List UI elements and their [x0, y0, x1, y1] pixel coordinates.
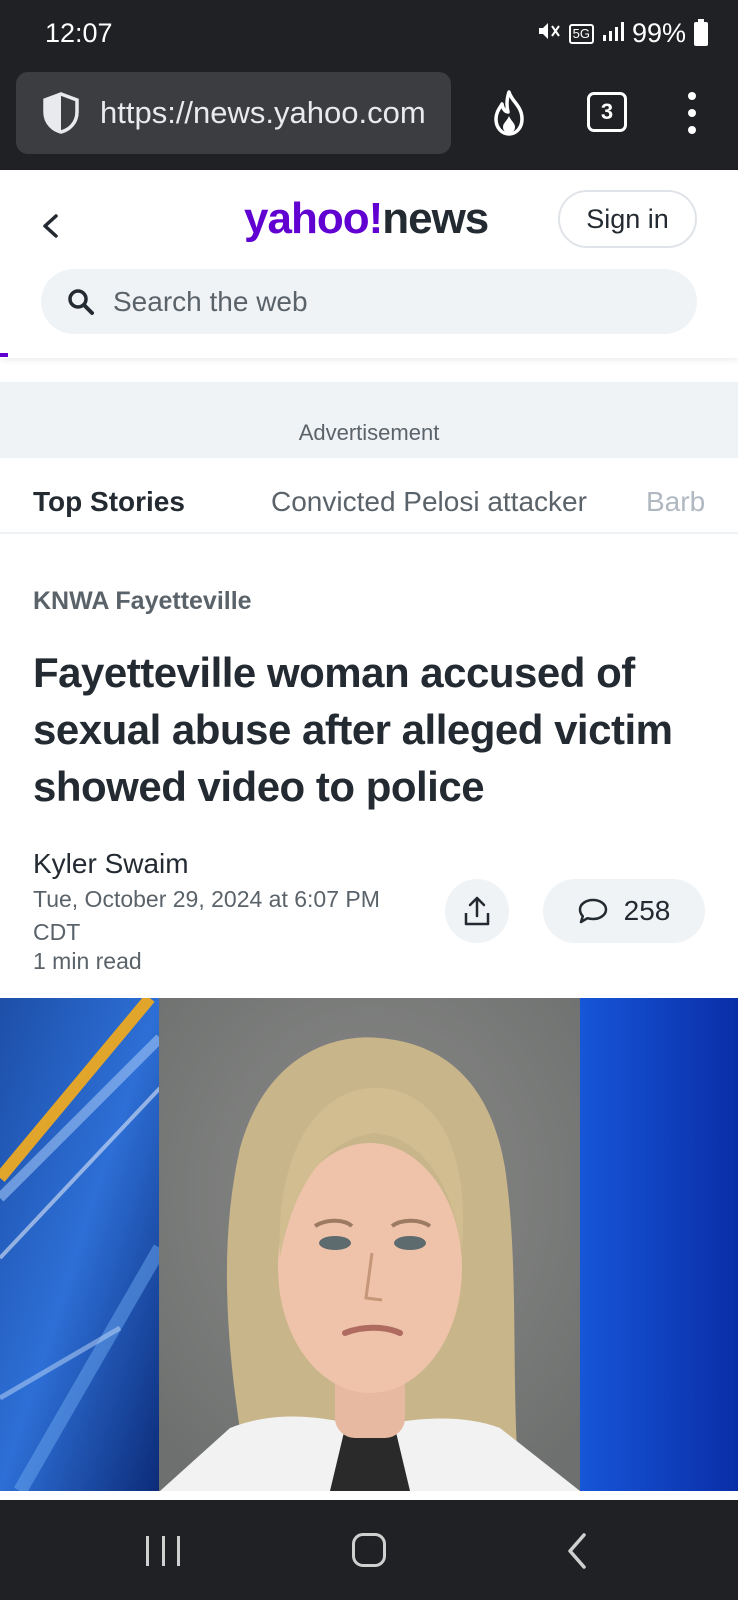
article-date: Tue, October 29, 2024 at 6:07 PM CDT [33, 886, 380, 945]
site-header: yahoo!news Sign in Search the web [0, 170, 738, 358]
back-chevron-icon[interactable] [38, 206, 62, 246]
logo-yahoo: yahoo! [244, 194, 383, 243]
article-photo[interactable] [0, 998, 738, 1491]
search-input[interactable]: Search the web [113, 286, 308, 318]
search-bar[interactable]: Search the web [41, 269, 697, 334]
stories-nav: Top Stories Convicted Pelosi attacker Ba… [0, 458, 738, 534]
signal-icon [602, 21, 624, 47]
article-source[interactable]: KNWA Fayetteville [33, 587, 252, 616]
home-icon[interactable] [352, 1533, 386, 1567]
share-icon [464, 896, 490, 926]
tab-switcher-button[interactable]: 3 [587, 92, 627, 132]
progress-accent [0, 353, 8, 357]
address-bar[interactable]: https://news.yahoo.com [16, 72, 451, 154]
advertisement-slot: Advertisement [0, 382, 738, 458]
battery-percent: 99% [631, 18, 686, 48]
network-5g-icon: 5G [568, 23, 594, 44]
nav-back-icon[interactable] [566, 1532, 588, 1570]
status-time: 12:07 [45, 18, 113, 48]
search-icon [67, 288, 95, 316]
url-text[interactable]: https://news.yahoo.com [100, 95, 426, 131]
tab-barb[interactable]: Barb [646, 486, 705, 518]
advertisement-label: Advertisement [298, 420, 440, 445]
shield-icon[interactable] [40, 91, 82, 135]
tab-pelosi-attacker[interactable]: Convicted Pelosi attacker [271, 486, 587, 518]
article-headline: Fayetteville woman accused of sexual abu… [33, 649, 673, 810]
comment-count: 258 [623, 895, 671, 926]
status-bar: 12:07 5G 99% [0, 0, 738, 68]
status-indicators: 5G 99% [537, 18, 708, 49]
comments-button[interactable]: 258 [543, 879, 705, 943]
menu-dots-icon[interactable] [684, 92, 700, 134]
tab-top-stories[interactable]: Top Stories [33, 486, 185, 518]
sign-in-button[interactable]: Sign in [558, 190, 697, 248]
share-button[interactable] [445, 879, 509, 943]
comment-icon [578, 898, 607, 924]
yahoo-news-logo[interactable]: yahoo!news [244, 194, 489, 244]
article-read-time: 1 min read [33, 948, 142, 974]
system-nav-bar [0, 1500, 738, 1600]
browser-toolbar: https://news.yahoo.com 3 [0, 68, 738, 170]
battery-icon [694, 18, 708, 46]
recent-apps-icon[interactable] [146, 1536, 180, 1566]
fire-icon[interactable] [488, 90, 530, 136]
article-author[interactable]: Kyler Swaim [33, 848, 189, 880]
mute-icon [537, 20, 561, 48]
logo-news: news [382, 194, 489, 243]
